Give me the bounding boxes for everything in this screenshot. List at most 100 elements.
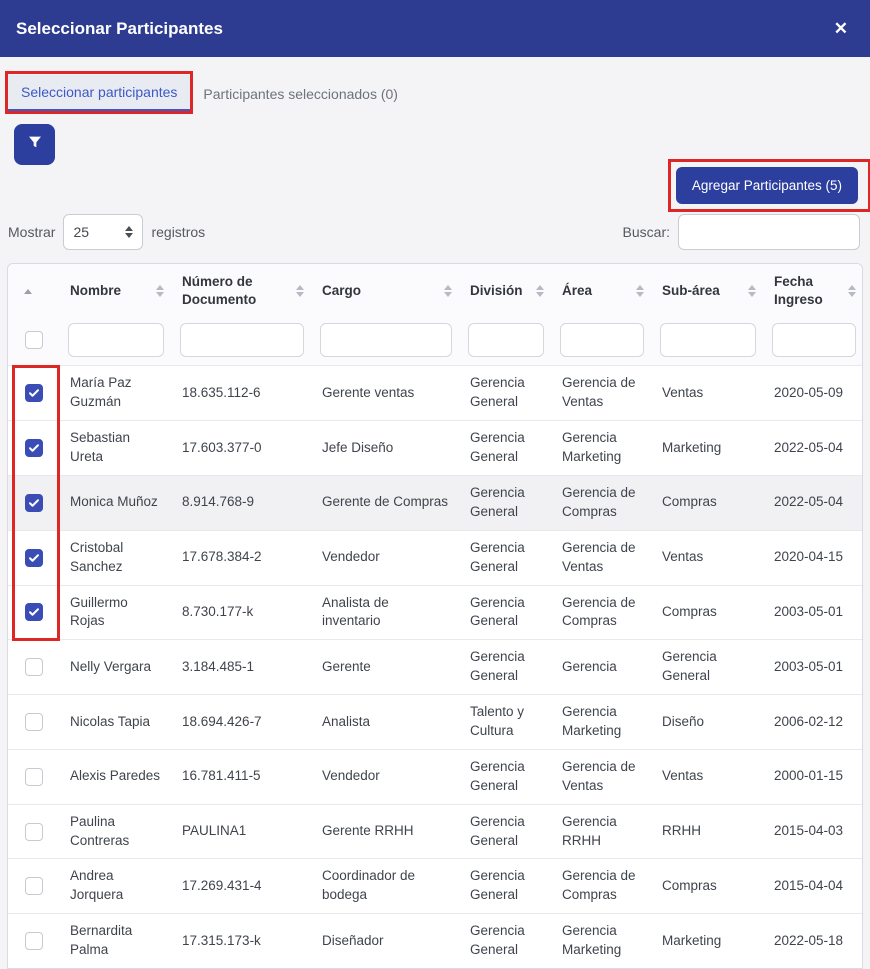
cell-subarea: Compras bbox=[652, 585, 764, 640]
row-checkbox[interactable] bbox=[25, 658, 43, 676]
table-row: Sebastian Ureta17.603.377-0Jefe DiseñoGe… bbox=[8, 421, 863, 476]
row-checkbox-checked[interactable] bbox=[25, 384, 43, 402]
length-prefix-label: Mostrar bbox=[8, 224, 55, 240]
cell-fecha: 2022-05-18 bbox=[764, 914, 863, 968]
cell-documento: 3.184.485-1 bbox=[172, 640, 312, 695]
row-checkbox-cell bbox=[8, 640, 60, 695]
modal-title: Seleccionar Participantes bbox=[16, 19, 223, 39]
filter-button[interactable] bbox=[14, 124, 55, 165]
filter-input-nombre[interactable] bbox=[68, 323, 164, 357]
column-header-sub-rea[interactable]: Sub-área bbox=[652, 264, 764, 318]
filter-input-area[interactable] bbox=[560, 323, 644, 357]
cell-division: Gerencia General bbox=[460, 366, 552, 421]
agregar-participantes-button[interactable]: Agregar Participantes (5) bbox=[676, 167, 858, 204]
column-header-checkbox[interactable] bbox=[8, 264, 60, 318]
column-header-label: Cargo bbox=[322, 283, 361, 298]
cell-nombre: Sebastian Ureta bbox=[60, 421, 172, 476]
column-header-divisi-n[interactable]: División bbox=[460, 264, 552, 318]
cell-documento: 17.269.431-4 bbox=[172, 859, 312, 914]
filter-input-cargo[interactable] bbox=[320, 323, 452, 357]
row-checkbox-checked[interactable] bbox=[25, 494, 43, 512]
cell-documento: 17.315.173-k bbox=[172, 914, 312, 968]
column-header-nombre[interactable]: Nombre bbox=[60, 264, 172, 318]
row-checkbox[interactable] bbox=[25, 713, 43, 731]
cell-cargo: Coordinador de bodega bbox=[312, 859, 460, 914]
row-checkbox-cell bbox=[8, 804, 60, 859]
cell-fecha: 2020-04-15 bbox=[764, 530, 863, 585]
cell-subarea: Ventas bbox=[652, 366, 764, 421]
cell-fecha: 2022-05-04 bbox=[764, 421, 863, 476]
sort-both-icon bbox=[748, 285, 756, 297]
cell-division: Gerencia General bbox=[460, 804, 552, 859]
cell-fecha: 2022-05-04 bbox=[764, 476, 863, 531]
table-row: Nicolas Tapia18.694.426-7AnalistaTalento… bbox=[8, 695, 863, 750]
table-filter-row bbox=[8, 318, 863, 366]
column-header-cargo[interactable]: Cargo bbox=[312, 264, 460, 318]
close-icon[interactable]: ✕ bbox=[828, 16, 854, 41]
toolbar: Agregar Participantes (5) bbox=[0, 124, 870, 204]
cell-subarea: Marketing bbox=[652, 421, 764, 476]
select-all-checkbox[interactable] bbox=[25, 331, 43, 349]
cell-fecha: 2015-04-04 bbox=[764, 859, 863, 914]
cell-nombre: Alexis Paredes bbox=[60, 749, 172, 804]
tab-bar: Seleccionar participantes Participantes … bbox=[8, 75, 862, 111]
cell-cargo: Gerente bbox=[312, 640, 460, 695]
cell-cargo: Analista bbox=[312, 695, 460, 750]
filter-input-fecha[interactable] bbox=[772, 323, 856, 357]
table-row: Alexis Paredes16.781.411-5VendedorGerenc… bbox=[8, 749, 863, 804]
row-checkbox[interactable] bbox=[25, 932, 43, 950]
table-row: Nelly Vergara3.184.485-1GerenteGerencia … bbox=[8, 640, 863, 695]
cell-fecha: 2000-01-15 bbox=[764, 749, 863, 804]
cell-fecha: 2015-04-03 bbox=[764, 804, 863, 859]
sort-both-icon bbox=[848, 285, 856, 297]
filter-input-subarea[interactable] bbox=[660, 323, 756, 357]
row-checkbox-checked[interactable] bbox=[25, 549, 43, 567]
cell-subarea: Ventas bbox=[652, 530, 764, 585]
cell-fecha: 2003-05-01 bbox=[764, 640, 863, 695]
participants-table: NombreNúmero de Documento Cargo DivisiónÁr… bbox=[7, 263, 863, 969]
filter-input-division[interactable] bbox=[468, 323, 544, 357]
filter-cell bbox=[652, 318, 764, 366]
row-checkbox[interactable] bbox=[25, 877, 43, 895]
funnel-icon bbox=[27, 134, 43, 155]
column-header--rea[interactable]: Área bbox=[552, 264, 652, 318]
cell-documento: 18.694.426-7 bbox=[172, 695, 312, 750]
select-all-cell bbox=[8, 318, 60, 366]
page-length-select[interactable]: 25 bbox=[63, 214, 143, 250]
cell-cargo: Gerente de Compras bbox=[312, 476, 460, 531]
sort-asc-icon bbox=[18, 289, 38, 294]
cell-documento: 8.730.177-k bbox=[172, 585, 312, 640]
row-checkbox[interactable] bbox=[25, 823, 43, 841]
row-checkbox-checked[interactable] bbox=[25, 603, 43, 621]
sort-both-icon bbox=[296, 285, 304, 297]
tab-participantes-seleccionados[interactable]: Participantes seleccionados (0) bbox=[190, 77, 411, 111]
column-header-fecha-ingreso[interactable]: Fecha Ingreso bbox=[764, 264, 863, 318]
tab-seleccionar-participantes[interactable]: Seleccionar participantes bbox=[8, 75, 190, 111]
row-checkbox-checked[interactable] bbox=[25, 439, 43, 457]
cell-cargo: Gerente ventas bbox=[312, 366, 460, 421]
cell-fecha: 2006-02-12 bbox=[764, 695, 863, 750]
cell-documento: 18.635.112-6 bbox=[172, 366, 312, 421]
cell-cargo: Gerente RRHH bbox=[312, 804, 460, 859]
cell-nombre: Nelly Vergara bbox=[60, 640, 172, 695]
table-row: Guillermo Rojas8.730.177-kAnalista de in… bbox=[8, 585, 863, 640]
sort-both-icon bbox=[444, 285, 452, 297]
cell-subarea: RRHH bbox=[652, 804, 764, 859]
filter-cell bbox=[552, 318, 652, 366]
column-header-label: Fecha Ingreso bbox=[774, 274, 823, 307]
table-row: Paulina ContrerasPAULINA1Gerente RRHHGer… bbox=[8, 804, 863, 859]
search-input[interactable] bbox=[678, 214, 860, 250]
cell-subarea: Diseño bbox=[652, 695, 764, 750]
column-header-n-mero-de-documento[interactable]: Número de Documento bbox=[172, 264, 312, 318]
cell-division: Gerencia General bbox=[460, 476, 552, 531]
cell-fecha: 2003-05-01 bbox=[764, 585, 863, 640]
filter-input-documento[interactable] bbox=[180, 323, 304, 357]
table-row: Cristobal Sanchez17.678.384-2VendedorGer… bbox=[8, 530, 863, 585]
cell-subarea: Compras bbox=[652, 859, 764, 914]
cell-cargo: Diseñador bbox=[312, 914, 460, 968]
cell-area: Gerencia RRHH bbox=[552, 804, 652, 859]
row-checkbox-cell bbox=[8, 366, 60, 421]
cell-subarea: Ventas bbox=[652, 749, 764, 804]
cell-cargo: Jefe Diseño bbox=[312, 421, 460, 476]
row-checkbox[interactable] bbox=[25, 768, 43, 786]
